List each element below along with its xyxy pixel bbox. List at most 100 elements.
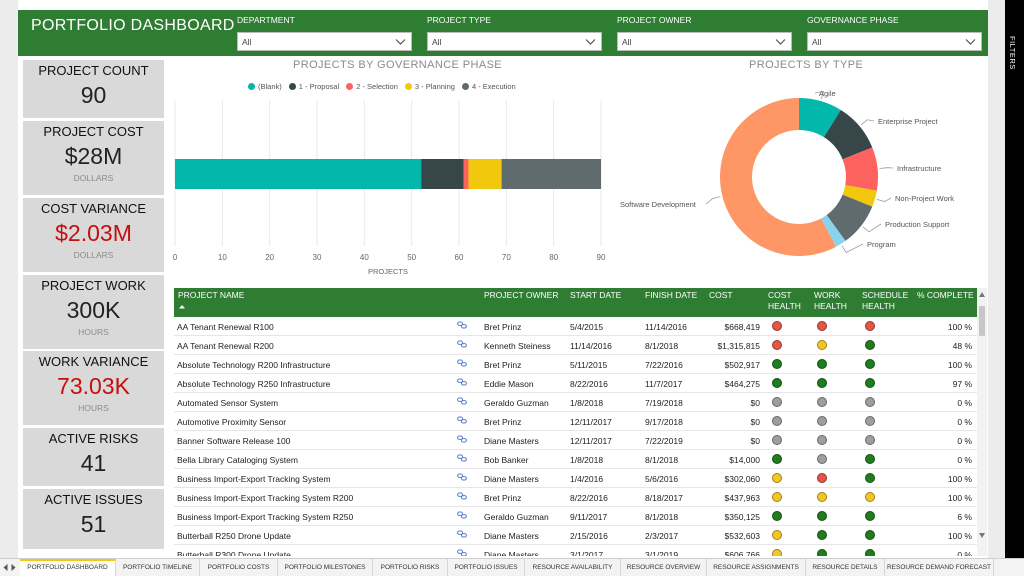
table-row[interactable]: Automated Sensor System Geraldo Guzman 1/8… [174, 393, 977, 412]
table-row[interactable]: AA Tenant Renewal R100 Bret Prinz 5/4/2015… [174, 317, 977, 336]
legend-label: 2 - Selection [356, 82, 398, 91]
cell-project-owner: Eddie Mason [484, 379, 534, 389]
page-tab[interactable]: PORTFOLIO RISKS [373, 559, 448, 576]
kpi-project-count[interactable]: PROJECT COUNT 90 [23, 60, 164, 118]
table-row[interactable]: Banner Software Release 100 Diane Masters… [174, 431, 977, 450]
page-tab[interactable]: PORTFOLIO COSTS [200, 559, 278, 576]
link-icon[interactable] [457, 492, 467, 500]
filters-pane[interactable]: FILTERS [1005, 0, 1024, 558]
scroll-up-icon[interactable] [979, 292, 985, 297]
cost-health-indicator [772, 340, 782, 350]
table-row[interactable]: Business Import-Export Tracking System R… [174, 507, 977, 526]
leader-line [841, 243, 864, 253]
link-icon[interactable] [457, 321, 467, 329]
cell-project-owner: Bret Prinz [484, 322, 522, 332]
table-row[interactable]: Absolute Technology R200 Infrastructure B… [174, 355, 977, 374]
cell-cost: $606,766 [724, 550, 760, 556]
cost-health-indicator [772, 359, 782, 369]
cell-finish-date: 7/19/2018 [645, 398, 683, 408]
kpi-active-risks[interactable]: ACTIVE RISKS 41 [23, 428, 164, 486]
kpi-value: 41 [80, 450, 107, 476]
table-scrollbar[interactable] [977, 288, 987, 556]
scroll-thumb[interactable] [979, 306, 985, 336]
legend-marker [346, 83, 354, 90]
col-start-date[interactable]: START DATE [570, 290, 621, 301]
table-row[interactable]: Bella Library Cataloging System Bob Banke… [174, 450, 977, 469]
page-title: PORTFOLIO DASHBOARD [31, 17, 235, 34]
kpi-work-variance[interactable]: WORK VARIANCE 73.03K HOURS [23, 351, 164, 425]
table-row[interactable]: Business Import-Export Tracking System R… [174, 488, 977, 507]
col-project-name[interactable]: PROJECT NAME [178, 290, 244, 312]
col-finish-date[interactable]: FINISH DATE [645, 290, 697, 301]
link-icon[interactable] [457, 378, 467, 386]
sort-ascending-icon [179, 305, 185, 309]
governance-phase-dropdown[interactable]: All [807, 32, 982, 51]
cell-project-owner: Kenneth Steiness [484, 341, 551, 351]
work-health-indicator [817, 549, 827, 556]
kpi-project-cost[interactable]: PROJECT COST $28M DOLLARS [23, 121, 164, 195]
page-tab[interactable]: PORTFOLIO TIMELINE [116, 559, 200, 576]
bar-segment[interactable] [421, 159, 464, 189]
link-icon[interactable] [457, 530, 467, 538]
cell-percent-complete: 100 % [947, 493, 972, 503]
project-owner-dropdown[interactable]: All [617, 32, 792, 51]
page-tab[interactable]: RESOURCE DETAILS [806, 559, 885, 576]
bar-segment[interactable] [501, 159, 601, 189]
kpi-cost-variance[interactable]: COST VARIANCE $2.03M DOLLARS [23, 198, 164, 272]
project-type-dropdown[interactable]: All [427, 32, 602, 51]
scroll-down-icon[interactable] [979, 533, 985, 538]
kpi-title: PROJECT WORK [41, 278, 146, 293]
bar-segment[interactable] [463, 159, 469, 189]
cost-health-indicator [772, 473, 782, 483]
col-schedule-health[interactable]: SCHEDULE HEALTH [862, 290, 910, 312]
page-tab[interactable]: RESOURCE DEMAND FORECAST [885, 559, 994, 576]
table-row[interactable]: Business Import-Export Tracking System Di… [174, 469, 977, 488]
link-icon[interactable] [457, 511, 467, 519]
link-icon[interactable] [457, 397, 467, 405]
page-tab[interactable]: PORTFOLIO DASHBOARD [20, 559, 116, 576]
legend-item[interactable]: 4 - Execution [461, 82, 516, 91]
schedule-health-indicator [865, 549, 875, 556]
page-tab[interactable]: RESOURCE OVERVIEW [621, 559, 707, 576]
legend-item[interactable]: 3 - Planning [404, 82, 455, 91]
link-icon[interactable] [457, 340, 467, 348]
page-tab[interactable]: RESOURCE ASSIGNMENTS [707, 559, 806, 576]
table-row[interactable]: Automotive Proximity Sensor Bret Prinz 12/… [174, 412, 977, 431]
cell-cost: $0 [750, 436, 760, 446]
table-row[interactable]: Butterball R300 Drone Update Diane Master… [174, 545, 977, 556]
link-icon[interactable] [457, 359, 467, 367]
legend-label: 4 - Execution [471, 82, 516, 91]
col-work-health[interactable]: WORK HEALTH [814, 290, 854, 312]
cell-percent-complete: 100 % [947, 474, 972, 484]
table-row[interactable]: Absolute Technology R250 Infrastructure E… [174, 374, 977, 393]
cell-start-date: 1/8/2018 [570, 455, 604, 465]
page-tab[interactable]: PORTFOLIO ISSUES [448, 559, 525, 576]
governance-phase-bar-chart[interactable]: 0 10 20 30 40 50 60 70 80 90 PROJECTS [166, 98, 616, 280]
legend-item[interactable]: (Blank) [248, 82, 282, 91]
bar-segment[interactable] [175, 159, 422, 189]
kpi-project-work[interactable]: PROJECT WORK 300K HOURS [23, 275, 164, 349]
kpi-active-issues[interactable]: ACTIVE ISSUES 51 [23, 489, 164, 549]
tab-scroll-left-icon[interactable] [3, 564, 8, 571]
col-cost[interactable]: COST [709, 290, 733, 301]
col-percent-complete[interactable]: % COMPLETE [917, 290, 974, 301]
cell-project-owner: Geraldo Guzman [484, 398, 549, 408]
col-project-owner[interactable]: PROJECT OWNER [484, 290, 558, 301]
tab-scroll-right-icon[interactable] [11, 564, 16, 571]
department-dropdown[interactable]: All [237, 32, 412, 51]
page-tab[interactable]: RESOURCE AVAILABILITY [525, 559, 621, 576]
link-icon[interactable] [457, 454, 467, 462]
table-row[interactable]: AA Tenant Renewal R200 Kenneth Steiness 11… [174, 336, 977, 355]
bar-segment[interactable] [468, 159, 502, 189]
link-icon[interactable] [457, 549, 467, 556]
link-icon[interactable] [457, 435, 467, 443]
project-type-donut-chart[interactable]: Agile Enterprise Project Infrastructure Non… [610, 74, 980, 286]
legend-item[interactable]: 2 - Selection [346, 82, 398, 91]
link-icon[interactable] [457, 473, 467, 481]
page-tab[interactable]: PORTFOLIO MILESTONES [278, 559, 373, 576]
col-cost-health[interactable]: COST HEALTH [768, 290, 808, 312]
schedule-health-indicator [865, 397, 875, 407]
link-icon[interactable] [457, 416, 467, 424]
legend-item[interactable]: 1 - Proposal [288, 82, 339, 91]
table-row[interactable]: Butterball R250 Drone Update Diane Master… [174, 526, 977, 545]
